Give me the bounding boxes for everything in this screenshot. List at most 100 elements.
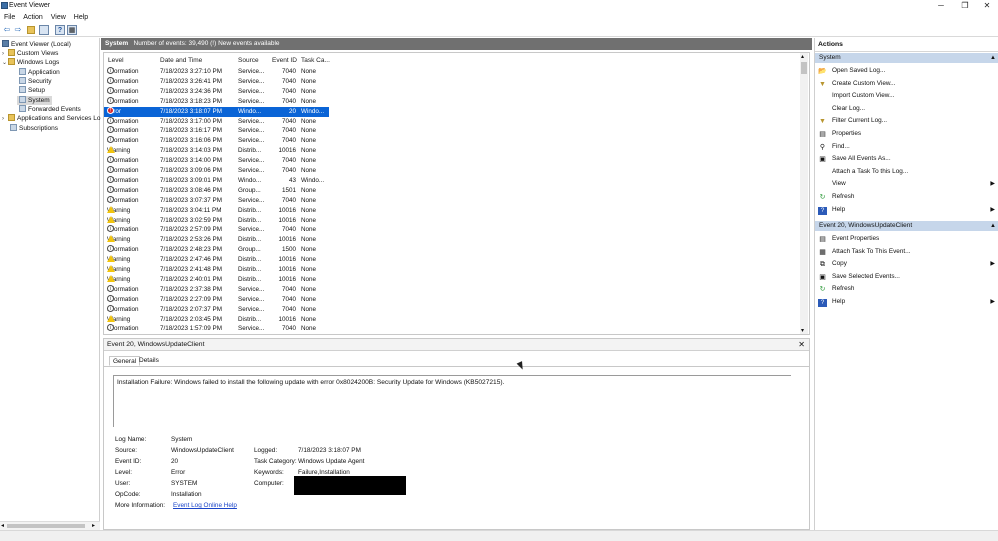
- menu-file[interactable]: File: [0, 12, 19, 23]
- action-filter-current-log[interactable]: ▼ Filter Current Log...: [818, 115, 996, 127]
- tab-details[interactable]: Details: [136, 356, 162, 366]
- tree-setup[interactable]: Setup: [19, 86, 45, 95]
- column-header-event-id[interactable]: Event ID: [272, 57, 297, 64]
- tree-applications-services[interactable]: › Applications and Services Lo: [2, 114, 100, 123]
- event-row[interactable]: Warning 7/18/2023 2:41:48 PM Distrib... 100…: [104, 265, 329, 275]
- action-refresh[interactable]: ↻ Refresh: [818, 191, 996, 203]
- action-attach-task-to-this-event[interactable]: ▦ Attach Task To This Event...: [818, 246, 996, 258]
- action-properties[interactable]: ▤ Properties: [818, 128, 996, 140]
- event-id: 7040: [281, 137, 296, 145]
- event-row[interactable]: i Information 7/18/2023 3:16:06 PM Service.…: [104, 136, 329, 146]
- actions-section-event[interactable]: Event 20, WindowsUpdateClient ▲: [815, 221, 998, 231]
- action-refresh[interactable]: ↻ Refresh: [818, 283, 996, 295]
- menu-bar: File Action View Help: [0, 12, 998, 23]
- tree-custom-views[interactable]: › Custom Views: [2, 49, 58, 58]
- tree-windows-logs[interactable]: ⌄ Windows Logs: [2, 58, 59, 67]
- event-row[interactable]: Warning 7/18/2023 2:40:01 PM Distrib... 100…: [104, 274, 329, 285]
- event-row[interactable]: i Information 7/18/2023 3:09:01 PM Windo...…: [104, 175, 329, 186]
- error-icon: !: [107, 106, 114, 114]
- tree-security[interactable]: Security: [19, 77, 51, 86]
- event-row[interactable]: Warning 7/18/2023 2:53:26 PM Distrib... 100…: [104, 235, 329, 245]
- action-help[interactable]: ? Help ▶: [818, 204, 996, 216]
- column-header-level[interactable]: Level: [108, 57, 124, 64]
- event-row[interactable]: i Information 7/18/2023 2:27:09 PM Service.…: [104, 294, 329, 305]
- information-icon: i: [107, 76, 114, 84]
- event-row[interactable]: i Information 7/18/2023 3:27:10 PM Service.…: [104, 67, 329, 77]
- tree-forwarded-events[interactable]: Forwarded Events: [19, 105, 81, 114]
- action-event-properties[interactable]: ▤ Event Properties: [818, 233, 996, 245]
- event-row[interactable]: Warning 7/18/2023 3:02:59 PM Distrib... 100…: [104, 215, 329, 226]
- event-row[interactable]: Warning 7/18/2023 2:47:46 PM Distrib... 100…: [104, 255, 329, 265]
- column-header-source[interactable]: Source: [238, 57, 259, 64]
- events-vertical-scrollbar[interactable]: ▴ ▾: [800, 53, 808, 334]
- event-row[interactable]: i Information 7/18/2023 1:57:09 PM Service.…: [104, 324, 329, 334]
- event-row[interactable]: i Information 7/18/2023 3:14:00 PM Service.…: [104, 156, 329, 166]
- event-row[interactable]: i Information 7/18/2023 3:17:00 PM Service.…: [104, 116, 329, 127]
- scroll-up-icon[interactable]: ▴: [801, 53, 804, 60]
- help-icon[interactable]: ?: [55, 25, 65, 35]
- action-copy[interactable]: ⧉ Copy ▶: [818, 258, 996, 270]
- column-header-task-category[interactable]: Task Ca...: [301, 57, 330, 64]
- event-row[interactable]: i Information 7/18/2023 3:24:36 PM Service.…: [104, 86, 329, 97]
- minimize-button[interactable]: ─: [928, 0, 954, 12]
- action-clear-log[interactable]: Clear Log...: [818, 103, 996, 115]
- forward-arrow-icon[interactable]: ⇨: [13, 25, 23, 35]
- collapse-icon[interactable]: ▲: [990, 53, 996, 63]
- event-message-box[interactable]: Installation Failure: Windows failed to …: [113, 375, 791, 427]
- source-value: WindowsUpdateClient: [171, 447, 234, 454]
- event-row[interactable]: i Information 7/18/2023 3:07:37 PM Service.…: [104, 195, 329, 206]
- event-row[interactable]: i Information 7/18/2023 3:18:23 PM Service.…: [104, 96, 329, 107]
- back-arrow-icon[interactable]: ⇦: [2, 25, 12, 35]
- action-save-all-events-as[interactable]: ▣ Save All Events As...: [818, 153, 996, 165]
- action-import-custom-view[interactable]: Import Custom View...: [818, 90, 996, 102]
- tree-system[interactable]: System: [17, 96, 52, 105]
- action-view[interactable]: View ▶: [818, 178, 996, 190]
- event-row[interactable]: Warning 7/18/2023 3:04:11 PM Distrib... 100…: [104, 205, 329, 216]
- tree-subscriptions[interactable]: Subscriptions: [10, 124, 58, 133]
- tree-horizontal-scrollbar[interactable]: ◂ ▸: [0, 521, 100, 530]
- scrollbar-thumb[interactable]: [7, 524, 85, 528]
- action-help[interactable]: ? Help ▶: [818, 296, 996, 308]
- action-attach-a-task-to-this-log[interactable]: Attach a Task To this Log...: [818, 166, 996, 178]
- open-folder-icon[interactable]: [27, 26, 35, 34]
- scroll-down-icon[interactable]: ▾: [801, 327, 804, 334]
- task-icon: [818, 166, 827, 174]
- event-level: Warning: [107, 235, 131, 244]
- scroll-right-icon[interactable]: ▸: [92, 522, 95, 529]
- close-detail-icon[interactable]: ✕: [798, 339, 805, 351]
- information-icon: i: [107, 175, 114, 183]
- menu-help[interactable]: Help: [70, 12, 92, 23]
- event-row[interactable]: Warning 7/18/2023 3:14:03 PM Distrib... 100…: [104, 146, 329, 156]
- scrollbar-thumb[interactable]: [801, 62, 807, 74]
- event-row[interactable]: i Information 7/18/2023 2:07:37 PM Service.…: [104, 304, 329, 315]
- actions-section-system[interactable]: System ▲: [815, 53, 998, 63]
- menu-action[interactable]: Action: [19, 12, 46, 23]
- column-header-datetime[interactable]: Date and Time: [160, 57, 202, 64]
- action-save-selected-events[interactable]: ▣ Save Selected Events...: [818, 271, 996, 283]
- event-row[interactable]: i Information 7/18/2023 3:08:46 PM Group...…: [104, 185, 329, 196]
- action-create-custom-view[interactable]: ▼ Create Custom View...: [818, 78, 996, 90]
- event-row[interactable]: i Information 7/18/2023 2:37:38 PM Service.…: [104, 284, 329, 295]
- tree-application[interactable]: Application: [19, 68, 60, 77]
- detail-title: Event 20, WindowsUpdateClient: [107, 341, 205, 348]
- event-row[interactable]: i Information 7/18/2023 3:16:17 PM Service.…: [104, 126, 329, 136]
- event-row[interactable]: i Information 7/18/2023 3:09:06 PM Service.…: [104, 166, 329, 176]
- event-row[interactable]: ! Error 7/18/2023 3:18:07 PM Windo... 20 Wind…: [104, 106, 329, 117]
- menu-view[interactable]: View: [47, 12, 70, 23]
- event-row[interactable]: i Information 7/18/2023 3:26:41 PM Service.…: [104, 76, 329, 87]
- show-tree-icon[interactable]: [39, 25, 49, 35]
- action-open-saved-log[interactable]: 📂 Open Saved Log...: [818, 65, 996, 77]
- event-row[interactable]: i Information 7/18/2023 2:48:23 PM Group...…: [104, 245, 329, 255]
- collapse-icon[interactable]: ▲: [990, 221, 996, 231]
- event-log-online-help-link[interactable]: Event Log Online Help: [173, 502, 237, 509]
- scroll-left-icon[interactable]: ◂: [1, 522, 4, 529]
- event-level: i Information: [107, 126, 139, 135]
- event-row[interactable]: Warning 7/18/2023 2:03:45 PM Distrib... 100…: [104, 314, 329, 325]
- action-find[interactable]: ⚲ Find...: [818, 141, 996, 153]
- event-source: Service...: [238, 68, 265, 75]
- tree-event-viewer-local[interactable]: Event Viewer (Local): [2, 40, 71, 49]
- event-source: Service...: [238, 77, 265, 85]
- close-window-button[interactable]: ✕: [974, 0, 998, 12]
- event-row[interactable]: i Information 7/18/2023 2:57:09 PM Service.…: [104, 225, 329, 235]
- action-pane-icon[interactable]: ▦: [67, 25, 77, 35]
